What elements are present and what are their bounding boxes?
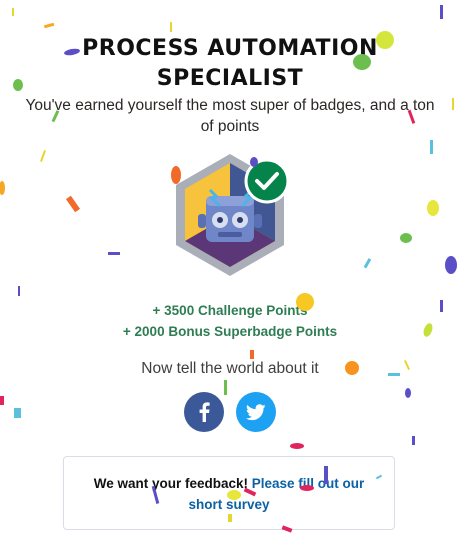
- feedback-box: We want your feedback! Please fill out o…: [63, 456, 395, 530]
- confetti-piece: [452, 98, 454, 110]
- confetti-piece: [12, 8, 14, 16]
- confetti-piece: [430, 140, 433, 154]
- facebook-share-button[interactable]: [184, 392, 224, 432]
- confetti-piece: [290, 443, 304, 449]
- confetti-piece: [400, 233, 412, 243]
- confetti-piece: [14, 408, 21, 418]
- confetti-piece: [363, 258, 372, 269]
- confetti-piece: [43, 22, 55, 29]
- confetti-piece: [65, 195, 81, 213]
- twitter-icon: [246, 403, 266, 420]
- feedback-text: We want your feedback!: [93, 476, 248, 491]
- confetti-piece: [40, 150, 46, 162]
- confetti-piece: [170, 22, 172, 32]
- confetti-piece: [445, 256, 457, 274]
- confetti-piece: [108, 252, 120, 255]
- confetti-piece: [250, 350, 254, 359]
- confetti-piece: [0, 181, 5, 195]
- confetti-piece: [440, 5, 443, 19]
- badge-subtitle: You've earned yourself the most super of…: [25, 97, 435, 135]
- confetti-piece: [0, 396, 4, 405]
- badge-image: [170, 150, 290, 285]
- badge-title-line-2: SPECIALIST: [156, 66, 304, 91]
- confetti-piece: [427, 200, 439, 216]
- twitter-share-button[interactable]: [236, 392, 276, 432]
- facebook-icon: [199, 402, 210, 422]
- badge-title-line-1: PROCESS AUTOMATION: [82, 36, 378, 61]
- challenge-points: + 3500 Challenge Points: [152, 303, 308, 318]
- confetti-piece: [412, 436, 415, 445]
- checkmark-icon: [244, 158, 290, 204]
- share-prompt: Now tell the world about it: [141, 360, 319, 377]
- confetti-piece: [18, 286, 20, 296]
- confetti-piece: [405, 388, 411, 398]
- bonus-points: + 2000 Bonus Superbadge Points: [122, 324, 338, 339]
- confetti-piece: [224, 380, 227, 395]
